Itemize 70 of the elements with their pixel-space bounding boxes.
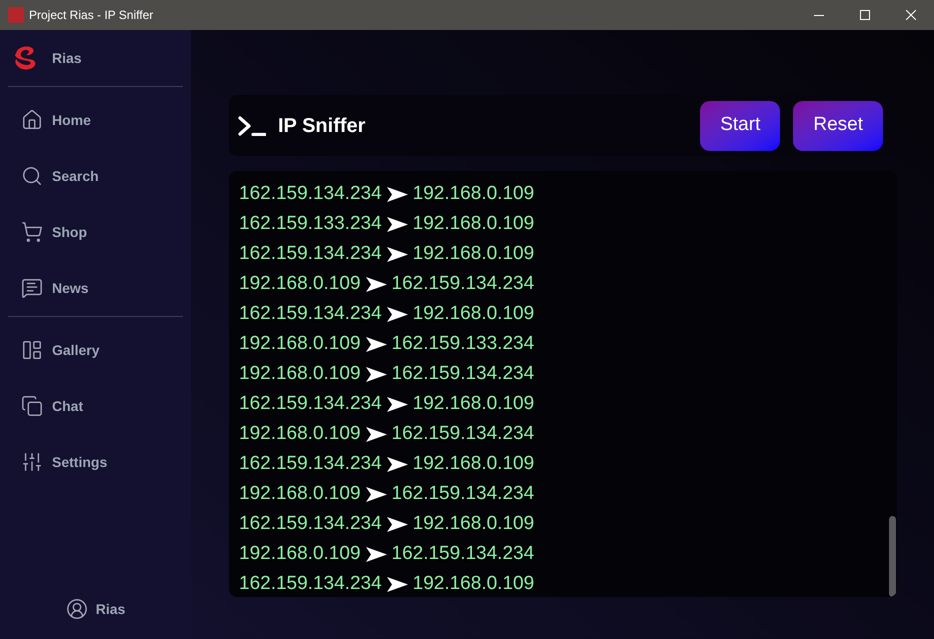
action-button[interactable]: Reset	[793, 100, 883, 150]
destination-address: 162.159.133.234	[392, 332, 534, 356]
destination-address: 192.168.0.109	[412, 182, 534, 206]
destination-address: 192.168.0.109	[412, 512, 534, 536]
action-button[interactable]: Start	[700, 100, 780, 150]
sidebar-item[interactable]: Home	[0, 92, 191, 148]
arrow-icon	[386, 576, 408, 592]
arrow-icon	[386, 396, 408, 412]
source-address: 192.168.0.109	[239, 272, 361, 296]
cart-icon	[21, 221, 43, 243]
arrow-icon	[366, 546, 387, 562]
search-icon	[21, 165, 43, 187]
destination-address: 162.159.134.234	[392, 362, 534, 386]
user-profile[interactable]: Rias	[0, 580, 191, 638]
user-icon	[66, 598, 88, 620]
source-address: 162.159.133.234	[239, 212, 382, 236]
source-address: 162.159.134.234	[239, 512, 382, 536]
source-address: 192.168.0.109	[239, 422, 361, 446]
sidebar-item[interactable]: Gallery	[0, 322, 191, 378]
brand-name: Rias	[52, 48, 82, 68]
destination-address: 162.159.134.234	[392, 422, 534, 446]
app-icon	[8, 7, 24, 23]
arrow-icon	[366, 486, 387, 502]
source-address: 162.159.134.234	[239, 392, 382, 416]
copy-icon	[21, 395, 43, 417]
source-address: 162.159.134.234	[239, 452, 382, 476]
arrow-icon	[386, 186, 408, 202]
source-address: 192.168.0.109	[239, 332, 361, 356]
arrow-icon	[386, 216, 408, 232]
arrow-icon	[386, 456, 408, 472]
source-address: 162.159.134.234	[239, 572, 382, 596]
maximize-icon	[860, 10, 870, 20]
close-icon	[906, 10, 916, 20]
destination-address: 162.159.134.234	[392, 272, 534, 296]
destination-address: 192.168.0.109	[412, 572, 534, 596]
source-address: 192.168.0.109	[239, 482, 361, 506]
sidebar-item[interactable]: Chat	[0, 378, 191, 434]
destination-address: 192.168.0.109	[412, 392, 534, 416]
page-title: IP Sniffer	[278, 114, 366, 138]
arrow-icon	[366, 366, 387, 382]
destination-address: 192.168.0.109	[412, 452, 534, 476]
window-title: Project Rias - IP Sniffer	[29, 7, 154, 24]
sliders-icon	[21, 451, 43, 473]
source-address: 162.159.134.234	[239, 242, 382, 266]
arrow-icon	[366, 426, 387, 442]
logo-icon	[13, 45, 37, 71]
source-address: 162.159.134.234	[239, 302, 382, 326]
sidebar-item[interactable]: Search	[0, 148, 191, 204]
message-icon	[21, 277, 43, 299]
source-address: 162.159.134.234	[239, 182, 382, 206]
sidebar-item[interactable]: Shop	[0, 204, 191, 260]
destination-address: 192.168.0.109	[412, 212, 534, 236]
arrow-icon	[386, 306, 408, 322]
scrollbar-thumb[interactable]	[889, 516, 896, 597]
arrow-icon	[366, 336, 387, 352]
sidebar-item[interactable]: News	[0, 260, 191, 316]
arrow-icon	[386, 246, 408, 262]
minimize-icon	[814, 14, 824, 16]
home-icon	[21, 109, 43, 131]
arrow-icon	[366, 276, 387, 292]
sidebar-item[interactable]: Settings	[0, 434, 191, 490]
terminal-icon	[238, 116, 266, 136]
source-address: 192.168.0.109	[239, 542, 361, 566]
layout-icon	[21, 339, 43, 361]
destination-address: 162.159.134.234	[392, 542, 534, 566]
destination-address: 162.159.134.234	[392, 482, 534, 506]
destination-address: 192.168.0.109	[412, 302, 534, 326]
destination-address: 192.168.0.109	[412, 242, 534, 266]
source-address: 192.168.0.109	[239, 362, 361, 386]
arrow-icon	[386, 516, 408, 532]
